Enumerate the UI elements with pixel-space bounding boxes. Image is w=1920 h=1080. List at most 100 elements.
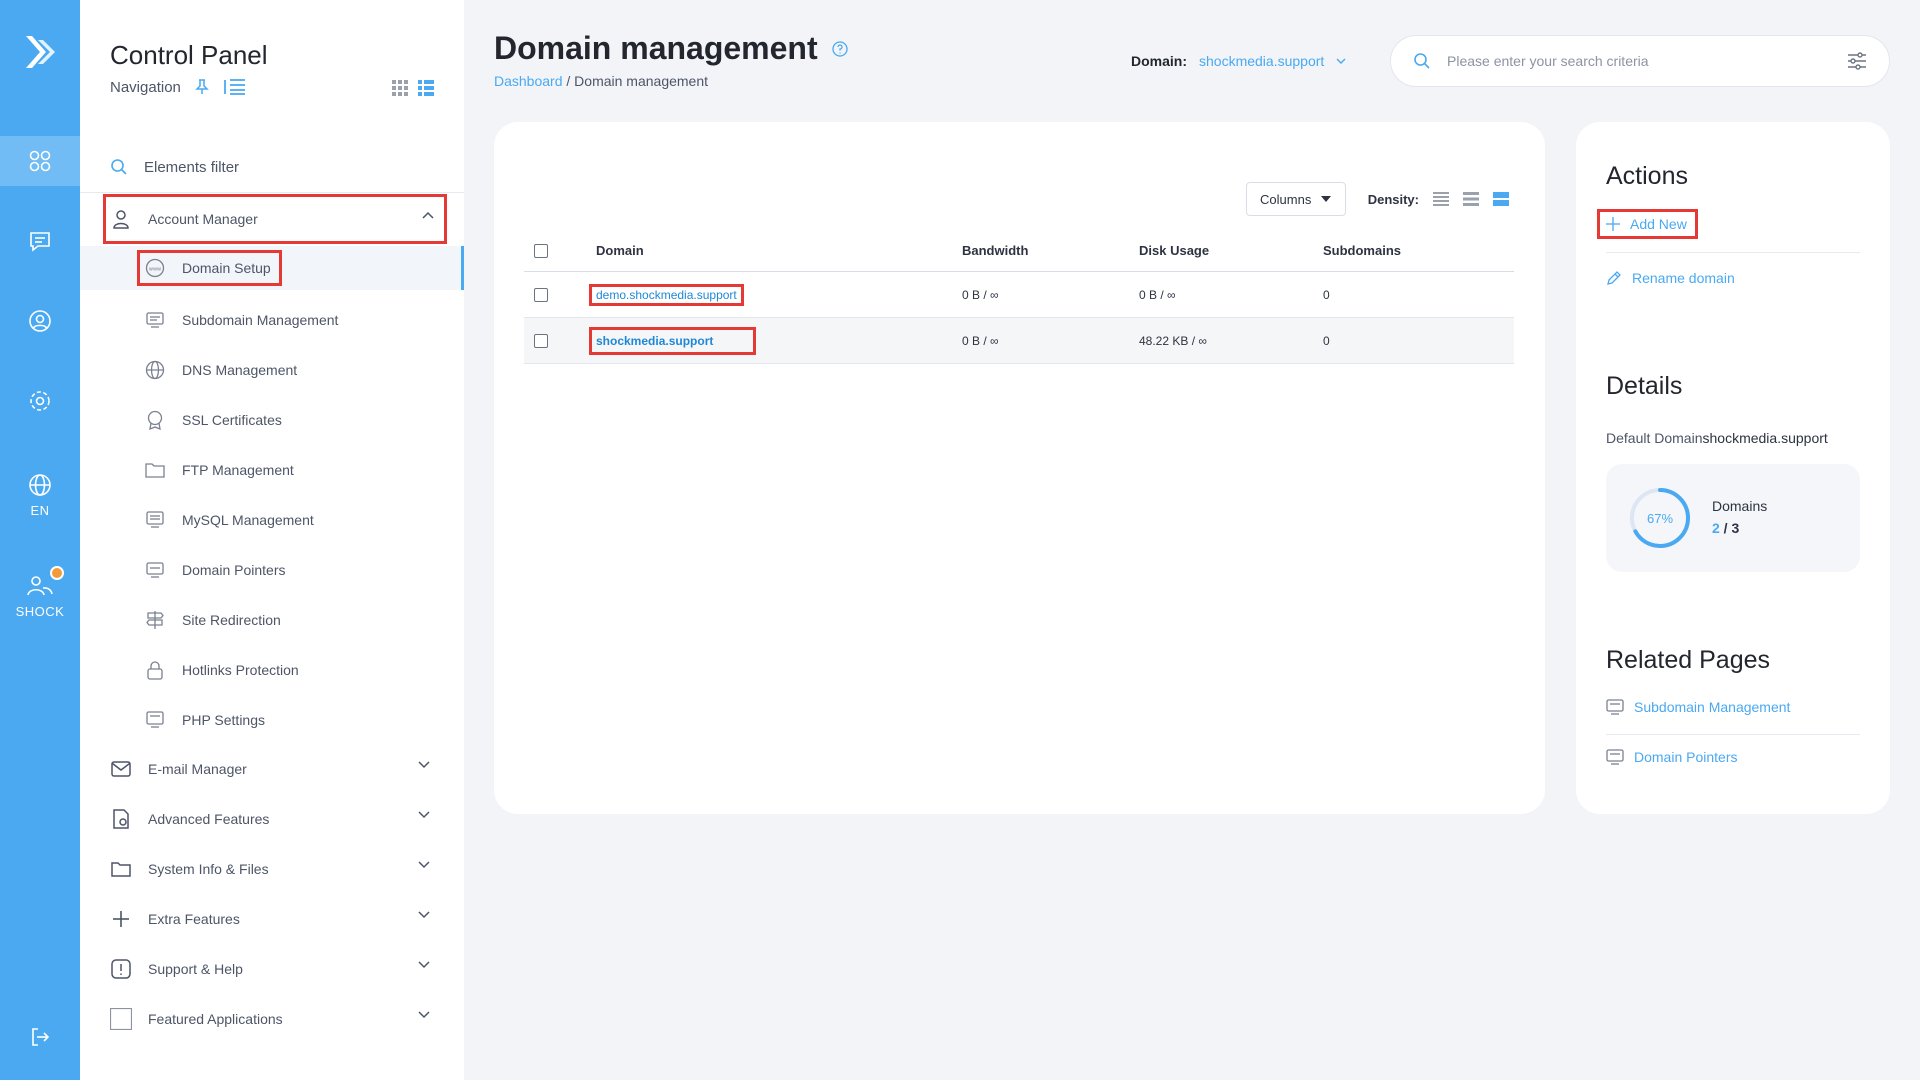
table-header-row: Domain Bandwidth Disk Usage Subdomains — [524, 230, 1514, 272]
table-row: shockmedia.support 0 B / ∞ 48.22 KB / ∞ … — [524, 318, 1514, 364]
sidebar-item-ssl-certificates[interactable]: SSL Certificates — [144, 398, 444, 442]
domain-selector-value: shockmedia.support — [1199, 53, 1325, 69]
search-icon — [110, 158, 128, 176]
sidebar-item-account-manager[interactable]: Account Manager — [103, 194, 447, 244]
sidebar-item-email-manager[interactable]: E-mail Manager — [110, 747, 440, 791]
density-comfortable-icon[interactable] — [1493, 192, 1509, 206]
row-checkbox[interactable] — [534, 288, 548, 302]
gear-icon — [28, 389, 52, 413]
list-toggle-icon[interactable] — [223, 78, 247, 96]
domain-setup-highlight: www Domain Setup — [137, 250, 282, 286]
actions-title: Actions — [1606, 162, 1688, 190]
domain-link[interactable]: shockmedia.support — [588, 326, 757, 355]
subdomain-management-label: Subdomain Management — [182, 312, 339, 328]
search-bar — [1390, 35, 1890, 87]
columns-button[interactable]: Columns — [1245, 182, 1346, 216]
sidebar-item-support-help[interactable]: Support & Help — [110, 947, 440, 991]
related-subdomain-management[interactable]: Subdomain Management — [1606, 698, 1790, 716]
user-icon — [110, 208, 132, 230]
table-row: demo.shockmedia.support 0 B / ∞ 0 B / ∞ … — [524, 272, 1514, 318]
sidebar: Control Panel Navigation Elements filter… — [80, 0, 464, 1080]
pointer-icon — [144, 559, 166, 581]
domains-stat: 67% Domains 2 / 3 — [1606, 464, 1860, 572]
pin-icon[interactable] — [195, 79, 209, 95]
pencil-icon — [1606, 270, 1622, 286]
sidebar-item-ftp-management[interactable]: FTP Management — [144, 448, 444, 492]
rail-user[interactable]: SHOCK — [0, 560, 80, 630]
chevron-down-icon — [418, 761, 430, 769]
related-domain-pointers[interactable]: Domain Pointers — [1606, 748, 1738, 766]
sidebar-item-hotlinks-protection[interactable]: Hotlinks Protection — [144, 648, 444, 692]
rename-domain-button[interactable]: Rename domain — [1606, 270, 1735, 286]
header-disk-usage[interactable]: Disk Usage — [1139, 243, 1209, 258]
rail-messages[interactable] — [0, 216, 80, 266]
density-control: Density: — [1368, 192, 1509, 207]
filter-settings-icon[interactable] — [1847, 52, 1867, 70]
notification-dot — [50, 565, 64, 580]
view-toggle — [392, 80, 434, 96]
sidebar-item-extra-features[interactable]: Extra Features — [110, 897, 440, 941]
domain-selector[interactable]: Domain: shockmedia.support — [1131, 53, 1346, 69]
sidebar-item-domain-setup[interactable]: www Domain Setup — [80, 246, 464, 290]
chevron-down-icon — [418, 811, 430, 819]
default-domain: Default Domainshockmedia.support — [1606, 430, 1828, 446]
sidebar-item-featured-applications[interactable]: Featured Applications — [110, 997, 440, 1041]
list-view-icon[interactable] — [418, 80, 434, 96]
sidebar-divider — [80, 192, 464, 193]
rail-logout[interactable] — [0, 1012, 80, 1062]
sidebar-item-site-redirection[interactable]: Site Redirection — [144, 598, 444, 642]
advanced-features-label: Advanced Features — [148, 811, 270, 827]
certificate-icon — [144, 409, 166, 431]
site-redirection-label: Site Redirection — [182, 612, 281, 628]
plus-icon — [110, 908, 132, 930]
search-input[interactable] — [1447, 53, 1847, 69]
related-divider — [1606, 734, 1860, 735]
sidebar-item-php-settings[interactable]: PHP Settings — [144, 698, 444, 742]
page-title: Domain management — [494, 30, 818, 66]
logout-icon — [29, 1026, 51, 1048]
domains-table: Domain Bandwidth Disk Usage Subdomains d… — [524, 230, 1514, 364]
chevron-down-icon — [418, 1011, 430, 1019]
domain-link[interactable]: demo.shockmedia.support — [589, 283, 744, 306]
domains-total: 3 — [1731, 520, 1740, 536]
sidebar-item-mysql-management[interactable]: MySQL Management — [144, 498, 444, 542]
select-all-checkbox[interactable] — [534, 244, 548, 258]
featured-applications-label: Featured Applications — [148, 1011, 283, 1027]
user-label: SHOCK — [15, 603, 65, 619]
add-new-button[interactable]: Add New — [1597, 209, 1698, 239]
chevron-down-icon — [418, 861, 430, 869]
rename-domain-label: Rename domain — [1632, 270, 1735, 286]
header-domain[interactable]: Domain — [596, 243, 644, 258]
sidebar-item-system-info[interactable]: System Info & Files — [110, 847, 440, 891]
rail-dashboard[interactable] — [0, 136, 80, 186]
rail-account[interactable] — [0, 296, 80, 346]
header-subdomains[interactable]: Subdomains — [1323, 243, 1401, 258]
support-help-label: Support & Help — [148, 961, 243, 977]
row-checkbox[interactable] — [534, 334, 548, 348]
dns-globe-icon — [144, 359, 166, 381]
domain-setup-label: Domain Setup — [182, 260, 271, 276]
breadcrumb-separator: / — [562, 73, 575, 89]
sidebar-subtitle-row: Navigation — [110, 78, 247, 96]
www-icon: www — [144, 257, 166, 279]
density-compact-icon[interactable] — [1433, 192, 1449, 206]
sidebar-item-advanced-features[interactable]: Advanced Features — [110, 797, 440, 841]
help-icon[interactable] — [831, 40, 848, 57]
php-icon — [144, 709, 166, 731]
header-bandwidth[interactable]: Bandwidth — [962, 243, 1028, 258]
elements-filter[interactable]: Elements filter — [110, 158, 239, 176]
columns-button-label: Columns — [1260, 191, 1312, 207]
page-title-row: Domain management — [494, 30, 848, 67]
logo-icon[interactable] — [18, 30, 62, 74]
advanced-icon — [110, 808, 132, 830]
rail-language[interactable]: EN — [0, 460, 80, 530]
sidebar-item-domain-pointers[interactable]: Domain Pointers — [144, 548, 444, 592]
user-circle-icon — [28, 309, 52, 333]
density-normal-icon[interactable] — [1463, 192, 1479, 206]
grid-view-icon[interactable] — [392, 80, 408, 96]
rail-settings[interactable] — [0, 376, 80, 426]
sidebar-item-dns-management[interactable]: DNS Management — [144, 348, 444, 392]
sidebar-item-subdomain-management[interactable]: Subdomain Management — [144, 298, 444, 342]
breadcrumb-dashboard[interactable]: Dashboard — [494, 73, 563, 89]
related-subdomain-label: Subdomain Management — [1634, 699, 1791, 715]
